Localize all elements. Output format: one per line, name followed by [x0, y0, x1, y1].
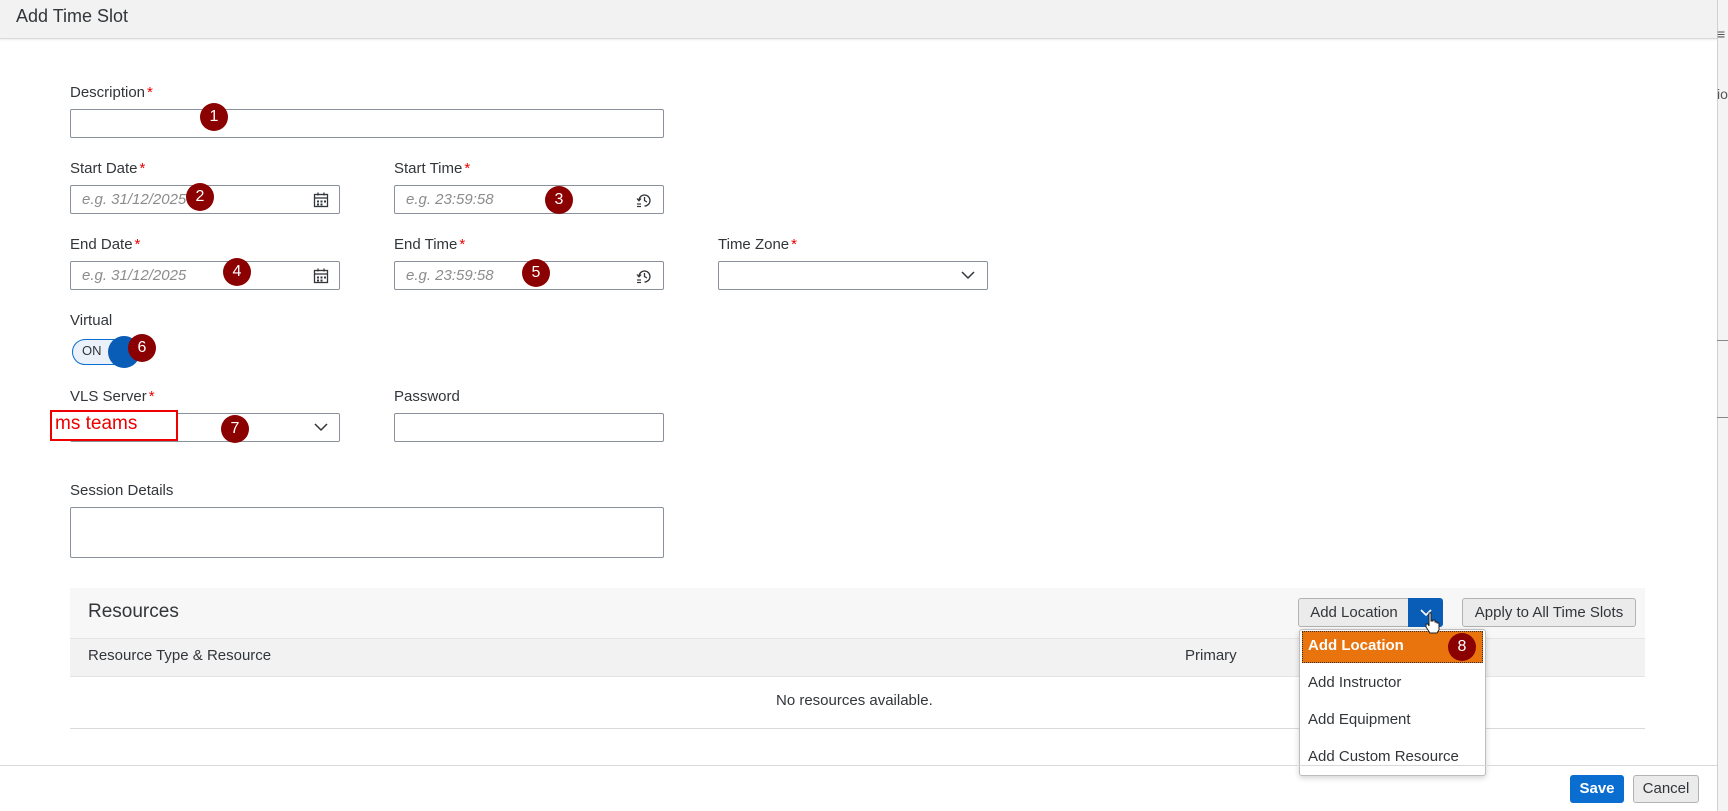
vls-server-label: VLS Server *	[70, 388, 155, 405]
vls-server-value: ms teams	[55, 413, 138, 434]
column-header-primary[interactable]: Primary	[1185, 647, 1237, 664]
description-input[interactable]	[70, 109, 664, 138]
virtual-switch-text: ON	[82, 343, 102, 358]
footer-divider	[0, 765, 1717, 766]
start-time-placeholder: e.g. 23:59:58	[406, 191, 494, 208]
step-marker-4: 4	[223, 258, 251, 286]
edge-glyph-mid: io	[1717, 86, 1728, 102]
chevron-down-icon[interactable]	[314, 421, 328, 433]
session-details-label: Session Details	[70, 482, 174, 499]
session-details-textarea[interactable]	[70, 507, 664, 558]
resources-empty-text: No resources available.	[776, 692, 933, 709]
time-zone-label: Time Zone *	[718, 236, 797, 253]
apply-to-all-time-slots-button[interactable]: Apply to All Time Slots	[1462, 598, 1636, 627]
end-time-placeholder: e.g. 23:59:58	[406, 267, 494, 284]
dialog-header	[0, 0, 1717, 39]
edge-divider	[1717, 417, 1728, 418]
step-marker-7: 7	[221, 415, 249, 443]
save-button[interactable]: Save	[1570, 775, 1624, 803]
menu-item-add-equipment[interactable]: Add Equipment	[1308, 711, 1411, 728]
background-window-edge	[1717, 0, 1728, 811]
start-time-label: Start Time *	[394, 160, 471, 177]
calendar-icon[interactable]	[313, 268, 329, 284]
end-date-placeholder: e.g. 31/12/2025	[82, 267, 187, 284]
step-marker-3: 3	[545, 186, 573, 214]
edge-divider	[1717, 340, 1728, 341]
edge-glyph-top: ≡	[1717, 26, 1726, 42]
end-time-label: End Time *	[394, 236, 466, 253]
chevron-down-icon[interactable]	[961, 269, 975, 281]
hand-cursor-icon	[1425, 612, 1440, 634]
column-header-resource[interactable]: Resource Type & Resource	[88, 647, 271, 664]
dialog-title: Add Time Slot	[16, 6, 129, 26]
calendar-icon[interactable]	[313, 192, 329, 208]
menu-item-add-location-label: Add Location	[1308, 637, 1404, 654]
virtual-label: Virtual	[70, 312, 113, 329]
step-marker-8: 8	[1448, 633, 1476, 661]
clock-icon[interactable]	[636, 268, 653, 285]
cancel-button[interactable]: Cancel	[1633, 775, 1699, 803]
step-marker-6: 6	[128, 334, 156, 362]
start-date-placeholder: e.g. 31/12/2025	[82, 191, 187, 208]
menu-item-add-custom-resource[interactable]: Add Custom Resource	[1308, 748, 1459, 765]
time-zone-select[interactable]	[718, 261, 988, 290]
add-location-button[interactable]: Add Location	[1298, 598, 1409, 627]
resources-title: Resources	[88, 601, 179, 622]
description-label: Description *	[70, 84, 153, 101]
password-input[interactable]	[394, 413, 664, 442]
step-marker-2: 2	[186, 183, 214, 211]
step-marker-5: 5	[522, 259, 550, 287]
start-date-label: Start Date *	[70, 160, 146, 177]
clock-icon[interactable]	[636, 192, 653, 209]
password-label: Password	[394, 388, 460, 405]
menu-item-add-instructor[interactable]: Add Instructor	[1308, 674, 1401, 691]
step-marker-1: 1	[200, 103, 228, 131]
end-date-label: End Date *	[70, 236, 141, 253]
